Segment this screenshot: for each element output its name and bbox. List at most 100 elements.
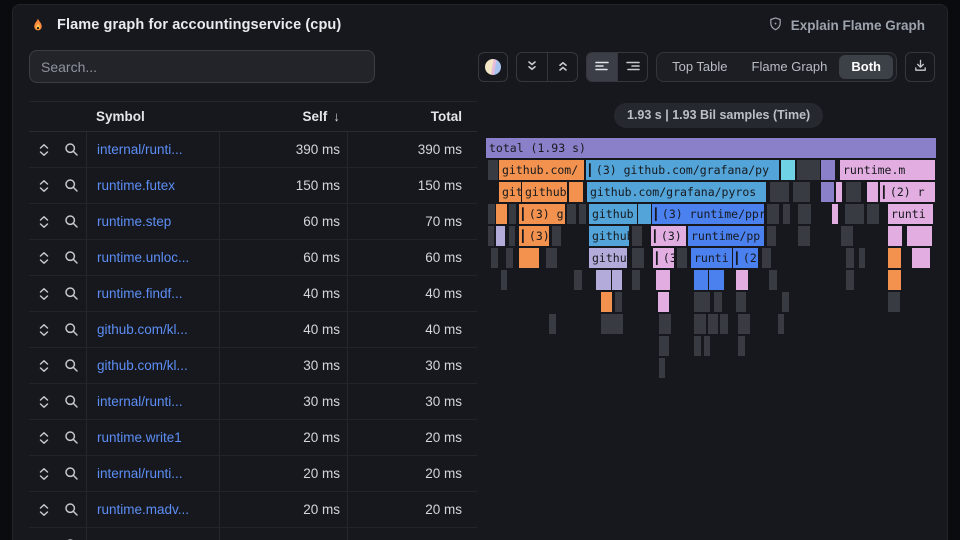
flame-frame[interactable] bbox=[888, 292, 900, 312]
flame-frame[interactable] bbox=[736, 292, 746, 312]
collapse-all-button[interactable] bbox=[517, 53, 547, 81]
flame-frame[interactable] bbox=[793, 182, 810, 202]
flame-frame[interactable] bbox=[509, 204, 516, 224]
flame-frame[interactable] bbox=[846, 270, 854, 290]
flame-frame[interactable] bbox=[549, 314, 556, 334]
flame-frame[interactable] bbox=[821, 182, 834, 202]
symbol-link[interactable]: runtime.unloc... bbox=[97, 250, 189, 265]
flame-frame[interactable] bbox=[501, 270, 507, 290]
search-symbol-icon[interactable] bbox=[59, 390, 83, 414]
flame-frame[interactable]: ▎(3) github.com/grafana/py bbox=[586, 160, 779, 180]
flame-frame[interactable] bbox=[736, 270, 748, 290]
flame-frame[interactable] bbox=[841, 226, 853, 246]
flame-frame[interactable] bbox=[694, 270, 708, 290]
flame-frame[interactable] bbox=[601, 292, 612, 312]
flame-frame[interactable]: total (1.93 s) bbox=[486, 138, 936, 158]
flame-frame[interactable] bbox=[694, 336, 701, 356]
flame-frame[interactable] bbox=[694, 292, 710, 312]
expand-collapse-icon[interactable] bbox=[32, 210, 56, 234]
flame-frame[interactable] bbox=[738, 336, 745, 356]
symbol-link[interactable]: runtime.findf... bbox=[97, 286, 183, 301]
flame-frame[interactable]: git bbox=[499, 182, 521, 202]
expand-collapse-icon[interactable] bbox=[32, 138, 56, 162]
flame-frame[interactable] bbox=[659, 336, 669, 356]
flame-frame[interactable] bbox=[782, 292, 789, 312]
expand-collapse-icon[interactable] bbox=[32, 318, 56, 342]
explain-flame-graph-button[interactable]: Explain Flame Graph bbox=[762, 15, 931, 36]
flame-frame[interactable] bbox=[615, 292, 622, 312]
flame-frame[interactable] bbox=[708, 314, 718, 334]
column-header-total[interactable]: Total bbox=[347, 102, 477, 131]
color-scheme-button[interactable] bbox=[478, 52, 508, 82]
expand-collapse-icon[interactable] bbox=[32, 390, 56, 414]
symbol-link[interactable]: internal/runti... bbox=[97, 394, 183, 409]
symbol-link[interactable]: runtime.futex bbox=[97, 178, 175, 193]
flame-frame[interactable] bbox=[778, 314, 784, 334]
flame-frame[interactable] bbox=[632, 226, 642, 246]
flame-frame[interactable] bbox=[574, 270, 582, 290]
flame-frame[interactable] bbox=[632, 270, 640, 290]
flame-frame[interactable] bbox=[769, 270, 777, 290]
flame-frame[interactable] bbox=[770, 182, 789, 202]
view-mode-flame-graph[interactable]: Flame Graph bbox=[740, 55, 840, 79]
flame-frame[interactable] bbox=[677, 248, 687, 268]
flame-frame[interactable] bbox=[709, 270, 724, 290]
flame-frame[interactable] bbox=[762, 248, 771, 268]
expand-collapse-icon[interactable] bbox=[32, 174, 56, 198]
flame-frame[interactable] bbox=[659, 314, 671, 334]
expand-collapse-icon[interactable] bbox=[32, 534, 56, 540]
flame-frame[interactable] bbox=[714, 292, 722, 312]
flame-frame[interactable] bbox=[888, 270, 901, 290]
flame-frame[interactable]: ▎(3) runtime/ppr bbox=[652, 204, 764, 224]
expand-collapse-icon[interactable] bbox=[32, 426, 56, 450]
expand-collapse-icon[interactable] bbox=[32, 246, 56, 270]
search-symbol-icon[interactable] bbox=[59, 318, 83, 342]
flame-frame[interactable]: github.com/ bbox=[499, 160, 584, 180]
flame-frame[interactable] bbox=[912, 248, 930, 268]
flame-frame[interactable] bbox=[601, 314, 623, 334]
symbol-link[interactable]: runtime.write1 bbox=[97, 430, 182, 445]
flame-frame[interactable]: githu bbox=[589, 248, 627, 268]
flame-frame[interactable] bbox=[659, 358, 665, 378]
symbol-link[interactable]: internal/runti... bbox=[97, 466, 183, 481]
flame-frame[interactable] bbox=[767, 226, 776, 246]
flame-frame[interactable] bbox=[846, 248, 854, 268]
flame-frame[interactable]: ▎(3) bbox=[651, 226, 686, 246]
flame-frame[interactable] bbox=[552, 226, 561, 246]
flame-frame[interactable] bbox=[656, 270, 670, 290]
download-button[interactable] bbox=[905, 52, 935, 82]
flame-frame[interactable] bbox=[704, 336, 710, 356]
search-symbol-icon[interactable] bbox=[59, 282, 83, 306]
search-symbol-icon[interactable] bbox=[59, 174, 83, 198]
flame-frame[interactable]: ▎(3 bbox=[653, 248, 674, 268]
flame-frame[interactable] bbox=[506, 248, 513, 268]
flame-frame[interactable] bbox=[632, 248, 644, 268]
flame-frame[interactable] bbox=[496, 226, 505, 246]
view-mode-both[interactable]: Both bbox=[839, 55, 893, 79]
flame-frame[interactable] bbox=[783, 204, 790, 224]
flame-frame[interactable] bbox=[836, 182, 842, 202]
expand-collapse-icon[interactable] bbox=[32, 282, 56, 306]
flame-frame[interactable]: ▎(2) r bbox=[880, 182, 935, 202]
search-symbol-icon[interactable] bbox=[59, 354, 83, 378]
flame-frame[interactable] bbox=[888, 248, 901, 268]
flame-frame[interactable] bbox=[907, 226, 932, 246]
flame-frame[interactable]: runtime.m bbox=[840, 160, 935, 180]
flame-frame[interactable] bbox=[821, 160, 835, 180]
flame-frame[interactable] bbox=[579, 204, 586, 224]
align-left-button[interactable] bbox=[587, 53, 617, 81]
flame-frame[interactable] bbox=[738, 314, 750, 334]
flame-frame[interactable] bbox=[846, 182, 861, 202]
flame-frame[interactable] bbox=[488, 204, 495, 224]
symbol-link[interactable]: runtime.step bbox=[97, 214, 171, 229]
flame-frame[interactable]: github bbox=[522, 182, 567, 202]
flame-frame[interactable] bbox=[546, 248, 557, 268]
search-symbol-icon[interactable] bbox=[59, 462, 83, 486]
flame-frame[interactable] bbox=[797, 160, 820, 180]
flame-frame[interactable] bbox=[845, 204, 864, 224]
flame-frame[interactable]: runti bbox=[888, 204, 933, 224]
flame-frame[interactable] bbox=[888, 226, 902, 246]
view-mode-top-table[interactable]: Top Table bbox=[660, 55, 739, 79]
search-symbol-icon[interactable] bbox=[59, 426, 83, 450]
symbol-link[interactable]: runtime.madv... bbox=[97, 502, 189, 517]
